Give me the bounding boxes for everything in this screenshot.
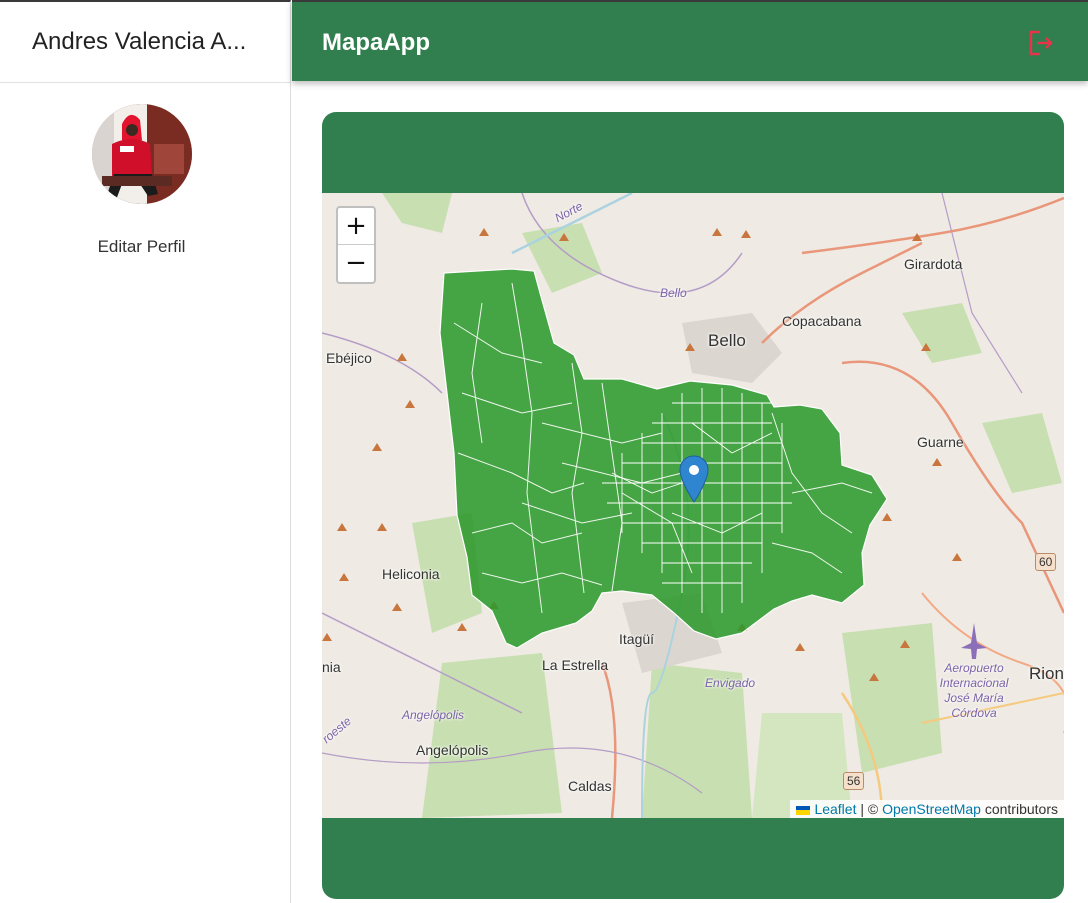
map-tiles — [322, 193, 1064, 818]
map-label-la-estrella: La Estrella — [542, 657, 609, 673]
zoom-out-button[interactable]: − — [338, 245, 374, 282]
road-shield-60: 60 — [1035, 553, 1057, 571]
map-label-bello-river: Bello — [660, 286, 687, 300]
map-label-girardota: Girardota — [904, 256, 963, 272]
app-title: MapaApp — [322, 29, 430, 56]
edit-profile-link[interactable]: Editar Perfil — [0, 237, 283, 257]
map-pin-icon — [679, 455, 709, 503]
road-shield-56: 56 — [843, 772, 865, 790]
map-label-caldas: Caldas — [568, 778, 612, 794]
zoom-in-button[interactable]: + — [338, 208, 374, 245]
attribution-contributors: contributors — [984, 801, 1058, 817]
map-label-airport: Aeropuerto Internacional José María Córd… — [939, 661, 1009, 720]
map-label-angelopolis: Angelópolis — [416, 742, 489, 758]
map-label-copacabana: Copacabana — [782, 313, 862, 329]
attribution-separator: | © — [860, 801, 879, 817]
map-label-bello: Bello — [708, 331, 746, 350]
map-label-itagui: Itagüí — [619, 631, 655, 647]
map-label-envigado: Envigado — [705, 676, 756, 690]
map-label-armenia: nia — [322, 659, 341, 675]
user-name: Andres Valencia A... — [32, 28, 247, 55]
map-label-heliconia: Heliconia — [382, 566, 440, 582]
map-label-angelopolis-area: Angelópolis — [402, 708, 465, 722]
app-header: MapaApp — [292, 0, 1088, 81]
sidebar-header: Andres Valencia A... — [0, 2, 290, 83]
leaflet-link[interactable]: Leaflet — [814, 801, 856, 817]
location-marker[interactable] — [679, 455, 709, 503]
openstreetmap-link[interactable]: OpenStreetMap — [882, 801, 981, 817]
map-label-rionegro: Rion — [1029, 664, 1064, 683]
ukraine-flag-icon — [796, 805, 811, 815]
logout-button[interactable] — [1026, 28, 1056, 58]
map-label-guarne: Guarne — [917, 434, 964, 450]
map-card: Norte Bello Girardota Copacabana Bello E… — [322, 112, 1064, 899]
avatar[interactable] — [92, 104, 192, 204]
logout-icon — [1029, 30, 1053, 56]
map-view[interactable]: Norte Bello Girardota Copacabana Bello E… — [322, 193, 1064, 818]
map-attribution: Leaflet | © OpenStreetMap contributors — [790, 800, 1064, 818]
map-label-ebejico: Ebéjico — [326, 350, 372, 366]
avatar-image — [92, 104, 192, 204]
zoom-control: + − — [336, 206, 376, 284]
sidebar: Andres Valencia A... Editar Perfil — [0, 0, 291, 903]
